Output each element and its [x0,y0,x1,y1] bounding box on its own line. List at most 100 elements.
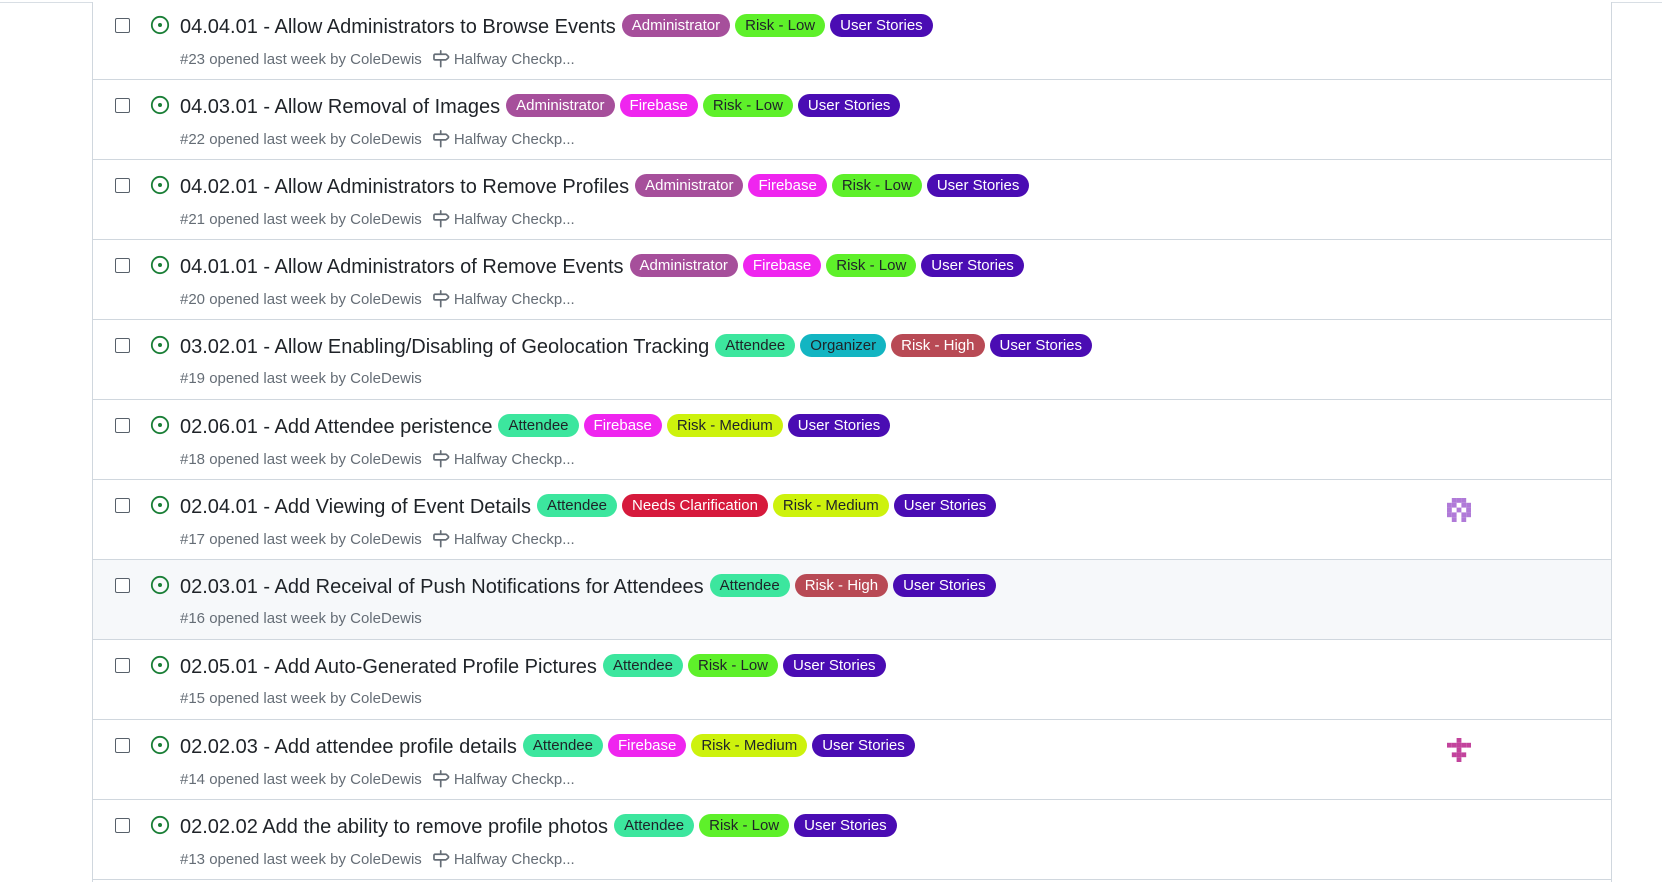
issue-row[interactable]: 04.04.01 - Allow Administrators to Brows… [93,0,1611,80]
open-issue-icon [150,575,170,595]
label-badge[interactable]: Risk - Low [831,174,922,197]
issue-meta: #18 opened last week by ColeDewis Halfway… [180,450,575,468]
milestone-icon [432,50,450,68]
milestone-link[interactable]: Halfway Checkp... [432,450,575,468]
issue-title-link[interactable]: 04.02.01 - Allow Administrators to Remov… [180,176,629,199]
label-badge[interactable]: User Stories [926,174,1030,197]
label-badge[interactable]: Firebase [619,94,698,117]
label-badge[interactable]: Administrator [621,14,731,37]
issue-opened-text: #14 opened last week by ColeDewis [180,770,422,788]
issue-title-link[interactable]: 04.03.01 - Allow Removal of Images [180,96,500,119]
select-issue-checkbox[interactable] [115,258,130,273]
milestone-link[interactable]: Halfway Checkp... [432,290,575,308]
issue-title-link[interactable]: 04.01.01 - Allow Administrators of Remov… [180,256,624,279]
issue-meta: #13 opened last week by ColeDewis Halfway… [180,850,575,868]
label-badge[interactable]: Attendee [522,734,603,757]
milestone-name: Halfway Checkp... [453,210,575,228]
milestone-icon [432,210,450,228]
issue-title-link[interactable]: 02.04.01 - Add Viewing of Event Details [180,496,531,519]
label-badge[interactable]: Needs Clarification [622,494,768,517]
issue-title-link[interactable]: 02.05.01 - Add Auto-Generated Profile Pi… [180,656,597,679]
label-badge[interactable]: Risk - Medium [666,414,783,437]
label-badge[interactable]: Firebase [748,174,827,197]
issue-title-link[interactable]: 02.02.02 Add the ability to remove profi… [180,816,608,839]
issue-row[interactable]: 02.03.01 - Add Receival of Push Notifica… [93,560,1611,640]
issue-row[interactable]: 02.05.01 - Add Auto-Generated Profile Pi… [93,640,1611,720]
label-badge[interactable]: Administrator [635,174,744,197]
issue-row[interactable]: 02.06.01 - Add Attendee peristence Attend… [93,400,1611,480]
label-badge[interactable]: User Stories [921,254,1024,277]
label-badge[interactable]: Organizer [800,334,887,357]
issue-title-line: 02.05.01 - Add Auto-Generated Profile Pi… [180,654,891,680]
label-badge[interactable]: Risk - Low [702,94,793,117]
issue-row[interactable]: 02.04.01 - Add Viewing of Event Details A… [93,480,1611,560]
label-badge[interactable]: Administrator [506,94,615,117]
label-badge[interactable]: User Stories [989,334,1093,357]
label-badge[interactable]: Firebase [583,414,662,437]
select-issue-checkbox[interactable] [115,178,130,193]
milestone-link[interactable]: Halfway Checkp... [432,530,575,548]
label-badge[interactable]: Attendee [536,494,618,517]
label-badge[interactable]: User Stories [893,494,997,517]
milestone-link[interactable]: Halfway Checkp... [432,850,575,868]
label-badge[interactable]: User Stories [812,734,915,757]
issue-row[interactable]: 03.02.01 - Allow Enabling/Disabling of G… [93,320,1611,400]
label-badge[interactable]: Administrator [629,254,738,277]
label-badge[interactable]: Risk - Low [735,14,826,37]
issue-title-link[interactable]: 02.03.01 - Add Receival of Push Notifica… [180,576,704,599]
issue-row[interactable]: 04.01.01 - Allow Administrators of Remov… [93,240,1611,320]
milestone-link[interactable]: Halfway Checkp... [432,210,575,228]
assignee-avatar[interactable] [1447,498,1471,522]
label-badge[interactable]: Firebase [607,734,687,757]
label-badge[interactable]: Attendee [602,654,683,677]
label-badge[interactable]: Risk - High [891,334,985,357]
issue-row[interactable]: 04.02.01 - Allow Administrators to Remov… [93,160,1611,240]
open-issue-icon [150,95,170,115]
issue-opened-text: #19 opened last week by ColeDewis [180,370,422,387]
label-badge[interactable]: Risk - Low [688,654,779,677]
label-badge[interactable]: User Stories [797,94,901,117]
issue-opened-text: #16 opened last week by ColeDewis [180,610,422,627]
issue-title-link[interactable]: 04.04.01 - Allow Administrators to Brows… [180,16,616,39]
label-badge[interactable]: Attendee [715,334,796,357]
label-badge[interactable]: Attendee [498,414,579,437]
label-badge[interactable]: Risk - Low [699,814,790,837]
select-issue-checkbox[interactable] [115,658,130,673]
label-badge[interactable]: Firebase [742,254,822,277]
milestone-name: Halfway Checkp... [453,50,575,68]
issue-opened-text: #23 opened last week by ColeDewis [180,50,422,68]
select-issue-checkbox[interactable] [115,498,130,513]
issue-title-link[interactable]: 02.06.01 - Add Attendee peristence [180,416,492,439]
label-badge[interactable]: Risk - Medium [691,734,808,757]
select-issue-checkbox[interactable] [115,338,130,353]
milestone-link[interactable]: Halfway Checkp... [432,130,575,148]
label-badge[interactable]: Risk - Low [826,254,917,277]
select-issue-checkbox[interactable] [115,738,130,753]
select-issue-checkbox[interactable] [115,418,130,433]
issue-row[interactable]: 02.02.03 - Add attendee profile details A… [93,720,1611,800]
issue-row[interactable]: 04.03.01 - Allow Removal of Images Admini… [93,80,1611,160]
label-badge[interactable]: User Stories [783,654,886,677]
label-badge[interactable]: User Stories [893,574,996,597]
select-issue-checkbox[interactable] [115,818,130,833]
issue-title-link[interactable]: 03.02.01 - Allow Enabling/Disabling of G… [180,336,709,359]
label-badge[interactable]: User Stories [830,14,933,37]
label-badge[interactable]: Risk - High [794,574,889,597]
label-badge[interactable]: User Stories [787,414,891,437]
select-issue-checkbox[interactable] [115,98,130,113]
select-issue-checkbox[interactable] [115,578,130,593]
issue-title-line: 02.03.01 - Add Receival of Push Notifica… [180,574,1001,600]
issue-title-link[interactable]: 02.02.03 - Add attendee profile details [180,736,517,759]
milestone-link[interactable]: Halfway Checkp... [432,770,575,788]
issue-row[interactable]: 02.02.02 Add the ability to remove profi… [93,800,1611,880]
label-badge[interactable]: Attendee [614,814,695,837]
assignee-avatar[interactable] [1447,738,1471,762]
label-badge[interactable]: User Stories [794,814,897,837]
milestone-link[interactable]: Halfway Checkp... [432,50,575,68]
issue-meta: #17 opened last week by ColeDewis Halfway… [180,530,575,548]
label-badge[interactable]: Risk - Medium [772,494,889,517]
issue-title-line: 04.01.01 - Allow Administrators of Remov… [180,254,1029,280]
milestone-name: Halfway Checkp... [453,290,575,308]
label-badge[interactable]: Attendee [709,574,790,597]
select-issue-checkbox[interactable] [115,18,130,33]
